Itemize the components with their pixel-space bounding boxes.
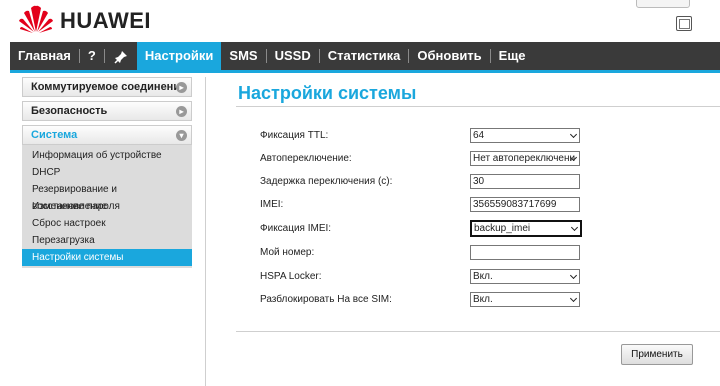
sidebar-section-label: Безопасность bbox=[31, 105, 108, 117]
sidebar-section-label: Коммутируемое соединение bbox=[31, 81, 187, 93]
sidebar-section-security[interactable]: Безопасность ▸ bbox=[22, 101, 192, 121]
sidebar-section-dialup[interactable]: Коммутируемое соединение ▸ bbox=[22, 77, 192, 97]
ttl-select[interactable]: 64 bbox=[470, 128, 580, 143]
sidebar-item-password[interactable]: Изменение пароля bbox=[22, 198, 192, 215]
brand-name: HUAWEI bbox=[60, 8, 151, 33]
huawei-flower-icon bbox=[19, 5, 53, 33]
huawei-logo: HUAWEI bbox=[18, 4, 151, 36]
nav-pin[interactable] bbox=[105, 42, 137, 70]
switch-delay-label: Задержка переключения (с): bbox=[260, 176, 393, 187]
imei-lock-select[interactable]: backup_imei bbox=[470, 220, 582, 237]
autoswitch-label: Автопереключение: bbox=[260, 153, 352, 164]
sidebar-item-backup[interactable]: Резервирование и восстановление bbox=[22, 181, 192, 212]
sidebar-divider bbox=[205, 77, 206, 386]
expand-icon: ▸ bbox=[176, 106, 187, 117]
expand-icon: ▸ bbox=[176, 82, 187, 93]
hspa-locker-label: HSPA Locker: bbox=[260, 271, 322, 282]
hspa-locker-select[interactable]: Вкл. bbox=[470, 269, 580, 284]
sidebar-section-system[interactable]: Система ▾ bbox=[22, 125, 192, 145]
nav-ussd[interactable]: USSD bbox=[267, 42, 319, 70]
nav-settings[interactable]: Настройки bbox=[136, 42, 222, 70]
imei-label: IMEI: bbox=[260, 199, 284, 210]
my-number-input[interactable] bbox=[470, 245, 580, 260]
sim-unlock-label: Разблокировать На все SIM: bbox=[260, 294, 392, 305]
sidebar-item-reset[interactable]: Сброс настроек bbox=[22, 215, 192, 232]
title-divider bbox=[236, 106, 720, 107]
pin-icon bbox=[114, 50, 127, 64]
form-divider bbox=[236, 331, 720, 332]
window-toggle-icon[interactable] bbox=[676, 16, 692, 31]
page-title: Настройки системы bbox=[238, 83, 417, 103]
autoswitch-select[interactable]: Нет автопереключени bbox=[470, 151, 580, 166]
imei-input[interactable]: 356559083717699 bbox=[470, 197, 580, 212]
nav-sms[interactable]: SMS bbox=[221, 42, 265, 70]
collapse-icon: ▾ bbox=[176, 130, 187, 141]
sidebar-item-reboot[interactable]: Перезагрузка bbox=[22, 232, 192, 249]
nav-update[interactable]: Обновить bbox=[409, 42, 489, 70]
main-nav: Главная ? Настройки SMS USSD Статистика … bbox=[10, 42, 720, 73]
language-dropdown[interactable] bbox=[636, 0, 690, 8]
sidebar-section-label: Система bbox=[31, 129, 78, 141]
apply-button[interactable]: Применить bbox=[621, 344, 693, 365]
sim-unlock-select[interactable]: Вкл. bbox=[470, 292, 580, 307]
ttl-label: Фиксация TTL: bbox=[260, 130, 329, 141]
switch-delay-input[interactable]: 30 bbox=[470, 174, 580, 189]
imei-lock-label: Фиксация IMEI: bbox=[260, 223, 332, 234]
sidebar-item-dhcp[interactable]: DHCP bbox=[22, 164, 192, 181]
sidebar-item-system-settings[interactable]: Настройки системы bbox=[22, 249, 192, 266]
sidebar-system-list: Информация об устройстве DHCP Резервиров… bbox=[22, 145, 192, 268]
sidebar-item-device-info[interactable]: Информация об устройстве bbox=[22, 147, 192, 164]
nav-more[interactable]: Еще bbox=[491, 42, 534, 70]
nav-help[interactable]: ? bbox=[80, 42, 104, 70]
nav-home[interactable]: Главная bbox=[10, 42, 79, 70]
my-number-label: Мой номер: bbox=[260, 247, 315, 258]
nav-statistics[interactable]: Статистика bbox=[320, 42, 409, 70]
settings-sidebar: Коммутируемое соединение ▸ Безопасность … bbox=[22, 77, 192, 268]
